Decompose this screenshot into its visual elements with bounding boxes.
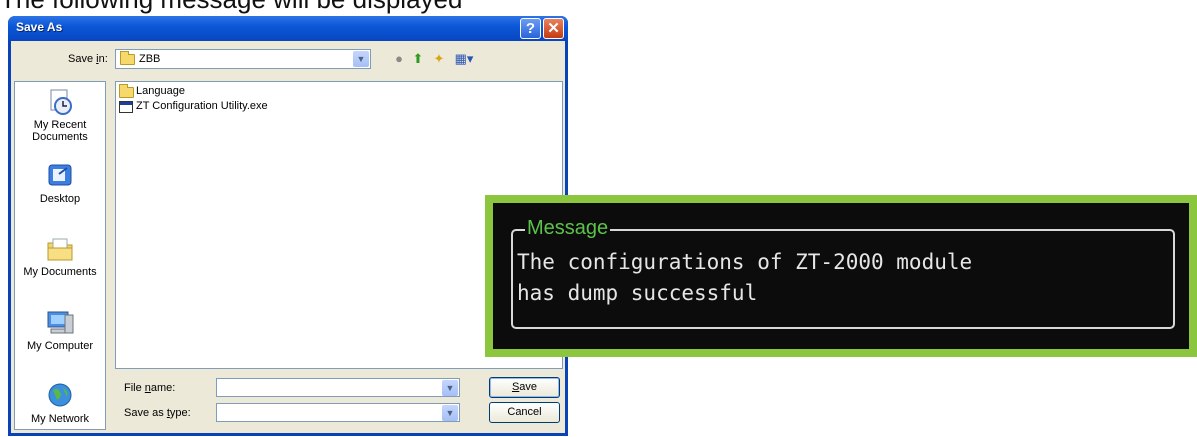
save-in-label-prefix: Save bbox=[68, 53, 97, 65]
save-as-type-dropdown[interactable]: ▼ bbox=[216, 403, 460, 422]
file-name-input[interactable]: ▼ bbox=[216, 378, 460, 397]
place-label: My Computer bbox=[26, 340, 94, 352]
place-my-documents[interactable]: My Documents bbox=[15, 235, 105, 278]
my-recent-documents-icon bbox=[50, 89, 72, 115]
new-folder-icon[interactable]: ✦ bbox=[431, 51, 447, 67]
place-my-recent-documents[interactable]: My Recent Documents bbox=[15, 88, 105, 143]
file-name: ZT Configuration Utility.exe bbox=[136, 100, 268, 112]
message-line-1: The configurations of ZT-2000 module bbox=[517, 250, 973, 274]
help-icon[interactable]: ? bbox=[520, 18, 541, 39]
my-documents-icon bbox=[47, 238, 73, 261]
file-name-label-suffix: ame: bbox=[150, 382, 176, 394]
desktop-icon bbox=[48, 164, 72, 186]
place-label: Documents bbox=[32, 131, 88, 143]
cancel-button[interactable]: Cancel bbox=[489, 402, 560, 423]
file-name: Language bbox=[136, 85, 185, 97]
my-computer-icon bbox=[47, 311, 74, 334]
save-button[interactable]: Save bbox=[489, 377, 560, 398]
dialog-title: Save As bbox=[16, 20, 63, 34]
places-bar: My Recent Documents Desktop My Documents bbox=[14, 81, 106, 430]
up-folder-icon[interactable]: ⬆ bbox=[410, 51, 426, 67]
exe-icon bbox=[119, 101, 133, 113]
close-icon[interactable]: ✕ bbox=[543, 18, 564, 39]
save-type-label-prefix: Save as bbox=[124, 407, 167, 419]
view-menu-icon[interactable]: ▦▾ bbox=[453, 51, 475, 67]
combo-arrow-icon[interactable]: ▼ bbox=[442, 380, 458, 396]
save-as-dialog: Save As ? ✕ Save in: ZBB ▼ ● ⬆ ✦ ▦▾ My R… bbox=[8, 16, 568, 436]
folder-icon bbox=[119, 84, 134, 98]
caption-text: The following message will be displayed bbox=[0, 0, 462, 15]
list-item[interactable]: ZT Configuration Utility.exe bbox=[118, 100, 268, 114]
save-in-label-suffix: n: bbox=[98, 53, 108, 65]
place-my-computer[interactable]: My Computer bbox=[15, 309, 105, 352]
list-item[interactable]: Language bbox=[118, 84, 185, 99]
message-panel: Message The configurations of ZT-2000 mo… bbox=[485, 195, 1197, 357]
combo-arrow-icon[interactable]: ▼ bbox=[442, 405, 458, 421]
place-label: My Documents bbox=[23, 266, 97, 278]
place-label: My Recent bbox=[33, 119, 87, 131]
combo-arrow-icon[interactable]: ▼ bbox=[353, 51, 369, 67]
save-as-type-label: Save as type: bbox=[124, 407, 191, 419]
place-desktop[interactable]: Desktop bbox=[15, 162, 105, 205]
my-network-icon bbox=[48, 383, 72, 407]
dialog-client: Save in: ZBB ▼ ● ⬆ ✦ ▦▾ My Recent Docume… bbox=[11, 41, 565, 433]
back-icon[interactable]: ● bbox=[391, 51, 407, 67]
save-in-value: ZBB bbox=[139, 53, 161, 65]
dialog-titlebar[interactable]: Save As ? ✕ bbox=[8, 16, 568, 41]
save-in-label: Save in: bbox=[68, 53, 108, 65]
file-name-label-prefix: File bbox=[124, 382, 145, 394]
place-my-network[interactable]: My Network bbox=[15, 382, 105, 425]
save-in-dropdown[interactable]: ZBB ▼ bbox=[115, 49, 371, 69]
folder-icon bbox=[120, 51, 135, 65]
message-line-2: has dump successful bbox=[517, 281, 758, 305]
message-title: Message bbox=[525, 216, 611, 240]
message-body: The configurations of ZT-2000 module has … bbox=[517, 247, 972, 309]
save-button-label: ave bbox=[519, 381, 538, 393]
place-label: My Network bbox=[30, 413, 90, 425]
file-name-label: File name: bbox=[124, 382, 175, 394]
save-type-label-suffix: ype: bbox=[169, 407, 191, 419]
message-terminal: Message The configurations of ZT-2000 mo… bbox=[493, 203, 1189, 349]
place-label: Desktop bbox=[39, 193, 81, 205]
